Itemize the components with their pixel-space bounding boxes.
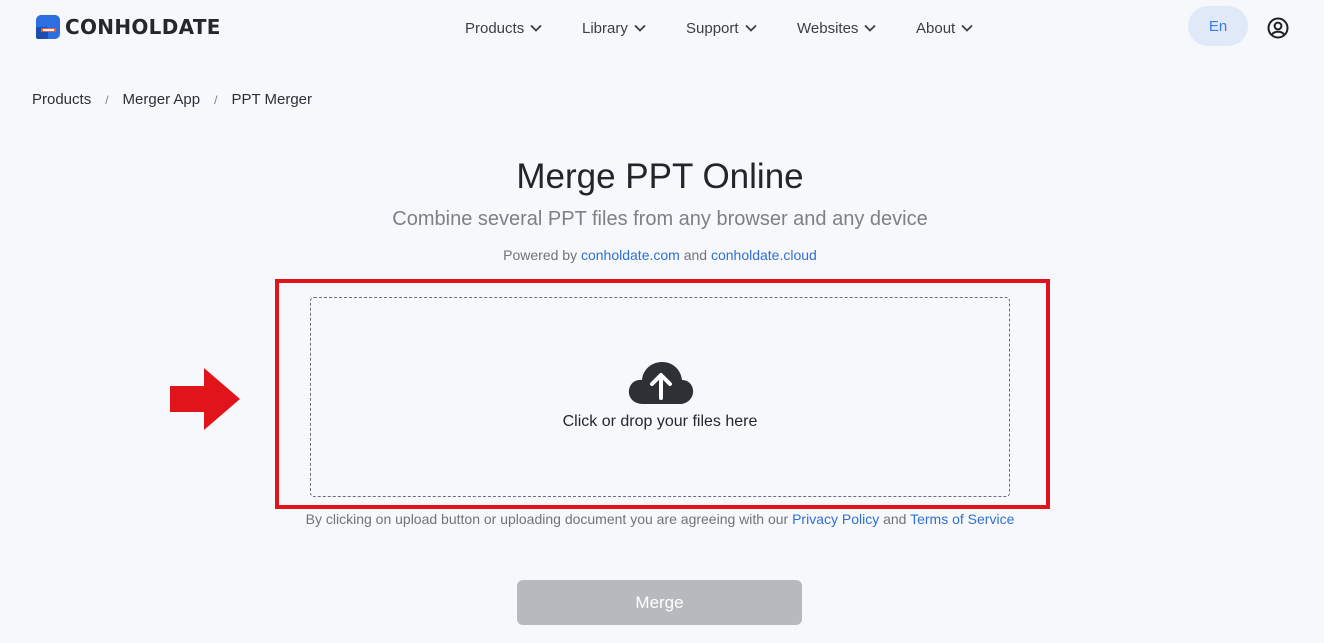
cloud-upload-icon xyxy=(628,362,694,404)
nav-websites[interactable]: Websites xyxy=(797,18,916,38)
nav-label: Products xyxy=(465,19,525,37)
breadcrumb-item[interactable]: Merger App xyxy=(123,91,201,108)
dropzone-label: Click or drop your files here xyxy=(562,413,758,430)
conholdate-logo-icon xyxy=(35,14,61,40)
brand-logo[interactable]: CONHOLDATE xyxy=(35,13,221,41)
breadcrumb-separator: / xyxy=(214,92,218,107)
main-nav: Products Library Support Websites About xyxy=(465,18,986,38)
terms-of-service-link[interactable]: Terms of Service xyxy=(910,511,1014,527)
right-arrow-icon xyxy=(170,368,240,430)
site-header: CONHOLDATE Products Library Support Webs… xyxy=(0,0,1324,56)
agreement-and: and xyxy=(883,511,907,527)
agreement-text: By clicking on upload button or uploadin… xyxy=(0,511,1320,527)
breadcrumb-current: PPT Merger xyxy=(231,91,313,108)
page-subtitle: Combine several PPT files from any brows… xyxy=(392,208,928,230)
powered-prefix: Powered by xyxy=(503,247,578,263)
chevron-down-icon xyxy=(744,24,757,32)
nav-support[interactable]: Support xyxy=(686,18,797,38)
nav-products[interactable]: Products xyxy=(465,18,582,38)
agreement-prefix: By clicking on upload button or uploadin… xyxy=(305,511,789,527)
chevron-down-icon xyxy=(864,24,877,32)
powered-and: and xyxy=(683,247,708,263)
breadcrumb: Products / Merger App / PPT Merger xyxy=(32,91,312,108)
chevron-down-icon xyxy=(961,24,973,32)
powered-by: Powered by conholdate.com and conholdate… xyxy=(0,247,1320,263)
chevron-down-icon xyxy=(634,24,646,32)
conholdate-com-link[interactable]: conholdate.com xyxy=(581,247,680,263)
breadcrumb-item[interactable]: Products xyxy=(32,91,91,108)
nav-label: About xyxy=(916,19,956,37)
nav-label: Support xyxy=(686,19,739,37)
page-title: Merge PPT Online xyxy=(516,157,804,196)
brand-name: CONHOLDATE xyxy=(65,15,221,39)
chevron-down-icon xyxy=(530,24,542,32)
privacy-policy-link[interactable]: Privacy Policy xyxy=(792,511,879,527)
user-account-icon[interactable] xyxy=(1267,17,1289,39)
merge-button[interactable]: Merge xyxy=(517,580,802,625)
nav-label: Websites xyxy=(797,19,859,37)
language-button[interactable]: En xyxy=(1188,6,1248,46)
file-dropzone[interactable]: Click or drop your files here xyxy=(310,297,1010,497)
conholdate-cloud-link[interactable]: conholdate.cloud xyxy=(711,247,817,263)
breadcrumb-separator: / xyxy=(105,92,109,107)
nav-label: Library xyxy=(582,19,628,37)
nav-library[interactable]: Library xyxy=(582,18,686,38)
nav-about[interactable]: About xyxy=(916,18,986,38)
